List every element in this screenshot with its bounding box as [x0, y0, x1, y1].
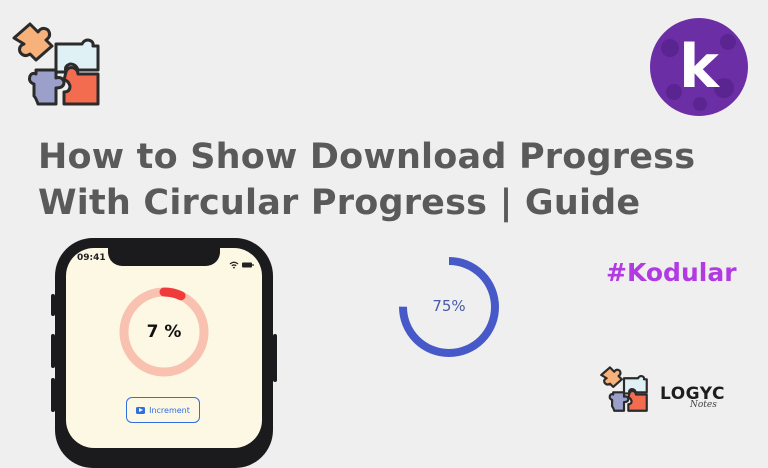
phone-notch	[108, 248, 220, 266]
kodular-logo: k	[650, 18, 748, 116]
demo-progress-label: 75%	[432, 297, 466, 315]
phone-side-button	[51, 334, 55, 368]
phone-side-button	[51, 378, 55, 412]
battery-icon	[242, 262, 254, 268]
phone-side-button	[273, 334, 277, 382]
logyc-puzzle-icon	[600, 366, 648, 412]
page-title: How to Show Download Progress With Circu…	[38, 134, 738, 226]
puzzle-icon	[12, 22, 100, 106]
kodular-letter: k	[679, 32, 719, 102]
phone-progress-label: 7 %	[146, 322, 182, 342]
title-line-2: With Circular Progress | Guide	[38, 183, 641, 223]
kodular-hashtag: #Kodular	[606, 258, 737, 287]
notes-wordmark: Notes	[690, 400, 717, 410]
title-line-1: How to Show Download Progress	[38, 137, 696, 177]
status-icons	[229, 254, 255, 273]
increment-button[interactable]: Increment	[126, 397, 200, 423]
phone-side-button	[51, 294, 55, 316]
play-icon	[136, 406, 146, 414]
wifi-icon	[229, 261, 239, 269]
status-time: 09:41	[77, 253, 106, 263]
increment-label: Increment	[149, 405, 190, 415]
